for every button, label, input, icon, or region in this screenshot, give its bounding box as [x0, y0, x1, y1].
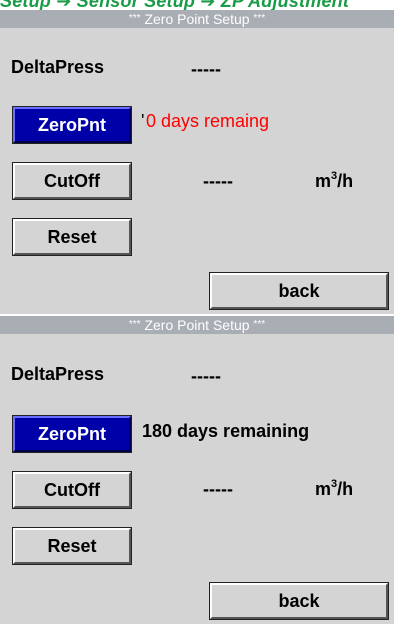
breadcrumb-text: Setup ➔ Sensor Setup ➔ ZP Adjustment [0, 0, 350, 10]
title-stars-left: *** [128, 13, 141, 24]
cutoff-unit-base: m [315, 479, 332, 499]
title-stars-left: *** [128, 319, 141, 330]
title-stars-right: *** [253, 319, 266, 330]
cutoff-unit-base: m [315, 171, 332, 191]
cutoff-unit-suffix: /h [337, 171, 354, 191]
sensor-value: ----- [191, 59, 221, 79]
zeropnt-button[interactable]: ZeroPnt [12, 106, 132, 144]
title-bar: *** Zero Point Setup *** [0, 316, 394, 334]
zeropnt-status: 0 days remaing [146, 111, 270, 131]
screen-title: Zero Point Setup [144, 317, 250, 333]
sensor-label: DeltaPress [11, 57, 105, 77]
zeropnt-button[interactable]: ZeroPnt [12, 415, 132, 453]
zero-point-setup-screen-2: *** Zero Point Setup *** DeltaPress ----… [0, 316, 394, 624]
cutoff-unit: m3/h [315, 170, 354, 192]
breadcrumb: Setup ➔ Sensor Setup ➔ ZP Adjustment [0, 0, 394, 10]
title-bar: *** Zero Point Setup *** [0, 10, 394, 28]
sensor-label: DeltaPress [11, 364, 105, 384]
cutoff-unit-suffix: /h [337, 479, 354, 499]
title-stars-right: *** [253, 13, 266, 24]
back-button[interactable]: back [209, 582, 389, 620]
back-button[interactable]: back [209, 272, 389, 310]
reset-button[interactable]: Reset [12, 527, 132, 565]
cutoff-unit-sup: 3 [331, 478, 338, 490]
sensor-value: ----- [191, 366, 221, 386]
cutoff-value: ----- [203, 479, 233, 499]
cutoff-unit: m3/h [315, 478, 354, 500]
cutoff-button[interactable]: CutOff [12, 162, 132, 200]
screen-title: Zero Point Setup [144, 11, 250, 27]
zero-point-setup-screen-1: *** Zero Point Setup *** DeltaPress ----… [0, 10, 394, 314]
cutoff-unit-sup: 3 [331, 170, 338, 182]
zeropnt-status-tick: ' [141, 111, 145, 131]
cutoff-button[interactable]: CutOff [12, 471, 132, 509]
zeropnt-status: 180 days remaining [142, 421, 310, 441]
reset-button[interactable]: Reset [12, 218, 132, 256]
cutoff-value: ----- [203, 171, 233, 191]
